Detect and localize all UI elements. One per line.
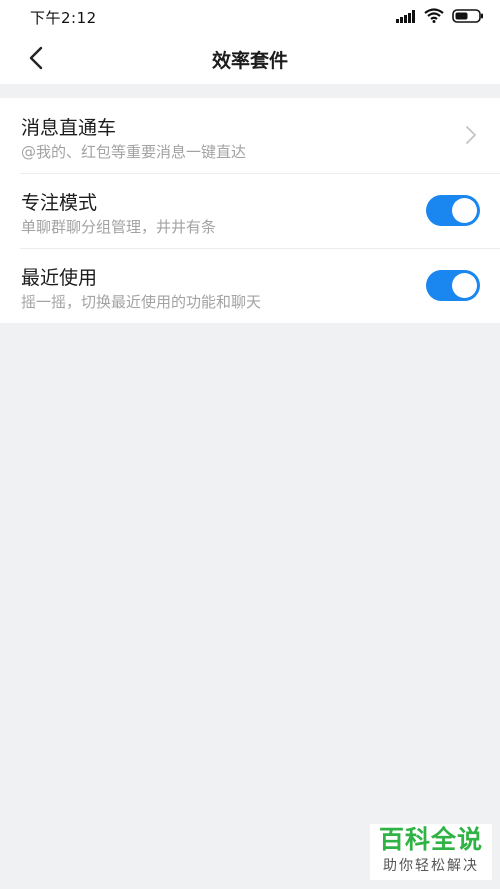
settings-item-title: 消息直通车: [21, 117, 117, 139]
watermark-main-text: 百科全说: [378, 825, 483, 854]
battery-icon: [452, 8, 484, 27]
status-time: 下午2:12: [30, 9, 97, 27]
settings-item-title: 最近使用: [21, 267, 98, 289]
settings-item-subtitle: 单聊群聊分组管理，井井有条: [21, 218, 217, 236]
signal-icon: [396, 8, 416, 27]
settings-list: 消息直通车 @我的、红包等重要消息一键直达 专注模式 单聊群聊分组管理，井井有条…: [0, 98, 500, 323]
toggle-knob: [452, 198, 477, 223]
watermark-sub-text: 助你轻松解决: [383, 858, 479, 874]
wifi-icon: [424, 7, 444, 27]
status-bar: 下午2:12: [0, 0, 500, 34]
focus-mode-toggle[interactable]: [426, 195, 480, 226]
settings-item-subtitle: @我的、红包等重要消息一键直达: [21, 143, 247, 161]
settings-item-subtitle: 摇一摇，切换最近使用的功能和聊天: [21, 293, 262, 311]
toggle-knob: [452, 273, 477, 298]
status-icons: [396, 7, 484, 27]
chevron-right-icon: [464, 125, 478, 145]
watermark-logo: 百科全说 助你轻松解决: [370, 824, 492, 880]
recent-use-toggle[interactable]: [426, 270, 480, 301]
settings-item-message-express[interactable]: 消息直通车 @我的、红包等重要消息一键直达: [0, 98, 500, 173]
settings-item-focus-mode: 专注模式 单聊群聊分组管理，井井有条: [0, 173, 500, 248]
settings-item-recent-use: 最近使用 摇一摇，切换最近使用的功能和聊天: [0, 248, 500, 323]
page-title: 效率套件: [211, 50, 288, 72]
settings-item-title: 专注模式: [21, 192, 98, 214]
header-bar: 效率套件: [0, 34, 500, 84]
